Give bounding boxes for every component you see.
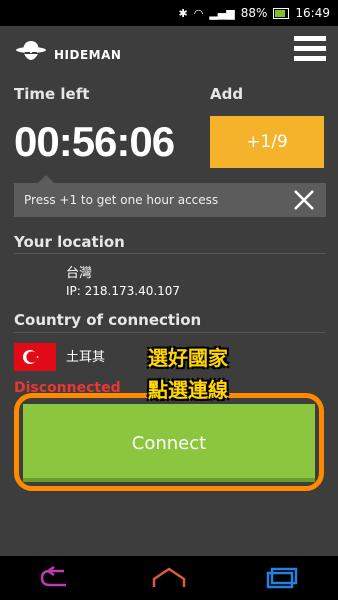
add-label: Add: [210, 85, 244, 103]
turkey-flag-icon[interactable]: [14, 343, 56, 371]
close-icon[interactable]: [292, 188, 316, 212]
wifi-icon: ◠: [193, 6, 204, 20]
back-icon[interactable]: [36, 565, 76, 591]
status-bar: ✱ ◠ ▂▄▆ 88% 16:49: [0, 0, 338, 26]
location-country: 台灣: [66, 266, 93, 281]
tip-text: Press +1 to get one hour access: [24, 193, 219, 207]
bluetooth-icon: ✱: [178, 6, 188, 20]
tip-pointer: [38, 175, 54, 183]
divider: [14, 332, 326, 333]
app-header: HIDEMAN: [14, 36, 326, 76]
recent-apps-icon[interactable]: [262, 565, 302, 591]
time-left-value: 00:56:06: [14, 118, 175, 165]
your-location-label: Your location: [14, 233, 125, 251]
annotation-line-2: 點選連線: [148, 378, 228, 402]
time-left-label: Time left: [14, 85, 90, 103]
add-hour-button[interactable]: +1/9: [210, 116, 324, 168]
battery-percent: 88%: [240, 6, 268, 20]
menu-icon[interactable]: [294, 36, 326, 68]
navigation-bar: [0, 556, 338, 600]
country-of-connection-label: Country of connection: [14, 311, 202, 329]
connection-country[interactable]: 土耳其: [66, 346, 105, 365]
hideman-logo-icon: [16, 41, 46, 60]
home-icon[interactable]: [149, 565, 189, 591]
signal-icon: ▂▄▆: [209, 6, 235, 20]
app-name: HIDEMAN: [54, 48, 122, 62]
divider: [14, 253, 326, 254]
location-ip: IP: 218.173.40.107: [66, 284, 181, 298]
tip-banner: Press +1 to get one hour access: [14, 175, 326, 217]
connect-button[interactable]: Connect: [23, 404, 315, 482]
clock: 16:49: [295, 6, 330, 20]
annotation-line-1: 選好國家: [148, 346, 228, 370]
battery-icon: [273, 7, 290, 19]
